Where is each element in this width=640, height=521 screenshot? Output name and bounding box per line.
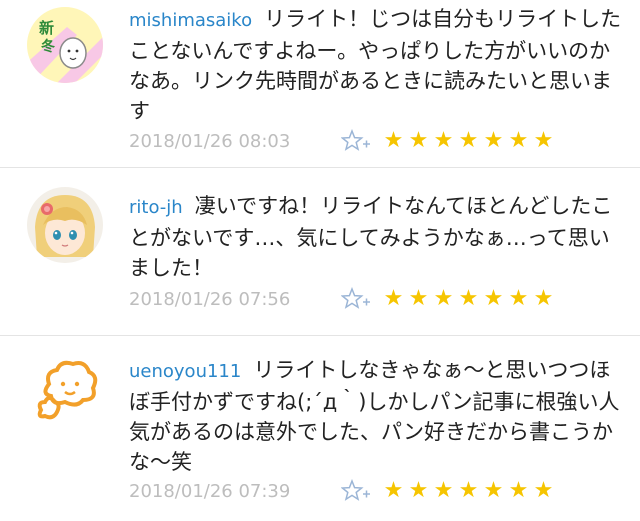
comment-meta: 2018/01/26 07:56 ★ ★ ★ ★ ★ ★ ★ xyxy=(129,284,556,314)
star-icon[interactable]: ★ xyxy=(481,286,506,312)
avatar-image xyxy=(27,187,103,263)
timestamp: 2018/01/26 07:56 xyxy=(129,288,291,310)
star-icon[interactable]: ★ xyxy=(406,478,431,504)
username-link[interactable]: rito-jh xyxy=(129,197,183,218)
add-star-button[interactable] xyxy=(341,287,381,311)
timestamp: 2018/01/26 08:03 xyxy=(129,130,291,152)
comment-item: rito-jh 凄いですね！リライトなんてほとんどしたことがないです…、気にしてみ… xyxy=(0,168,640,335)
add-star-icon xyxy=(341,479,370,501)
add-star-icon xyxy=(341,129,370,151)
comment-meta: 2018/01/26 08:03 ★ ★ ★ ★ ★ ★ ★ xyxy=(129,126,556,156)
avatar-lettering-2: 冬 xyxy=(41,38,55,55)
add-star-button[interactable] xyxy=(341,129,381,153)
star-icon[interactable]: ★ xyxy=(456,286,481,312)
add-star-icon xyxy=(341,287,370,309)
star-icon[interactable]: ★ xyxy=(381,128,406,154)
star-icon[interactable]: ★ xyxy=(406,128,431,154)
username-link[interactable]: uenoyou111 xyxy=(129,361,241,382)
avatar-lettering-1: 新 xyxy=(39,19,54,37)
comment-meta: 2018/01/26 07:39 ★ ★ ★ ★ ★ ★ ★ xyxy=(129,476,556,506)
star-icon[interactable]: ★ xyxy=(531,478,556,504)
comment-text: 凄いですね！リライトなんてほとんどしたことがないです…、気にしてみようかなぁ…っ… xyxy=(129,194,613,280)
username-link[interactable]: mishimasaiko xyxy=(129,10,252,31)
comment-item: uenoyou111 リライトしなきゃなぁ〜と思いつつほぼ手付かずですね(;´д｀… xyxy=(0,336,640,521)
star-icon[interactable]: ★ xyxy=(406,286,431,312)
star-icon[interactable]: ★ xyxy=(431,478,456,504)
star-icon[interactable]: ★ xyxy=(381,478,406,504)
comment-body: rito-jh 凄いですね！リライトなんてほとんどしたことがないです…、気にしてみ… xyxy=(129,191,629,283)
star-icon[interactable]: ★ xyxy=(431,128,456,154)
star-icon[interactable]: ★ xyxy=(456,478,481,504)
star-list: ★ ★ ★ ★ ★ ★ ★ xyxy=(381,478,556,504)
comment-body: mishimasaiko リライト！じつは自分もリライトしたことないんですよねー。… xyxy=(129,4,629,126)
avatar-image: 新 冬 xyxy=(27,7,103,83)
add-star-button[interactable] xyxy=(341,479,381,503)
avatar[interactable]: 新 冬 xyxy=(27,7,103,83)
avatar[interactable] xyxy=(27,187,103,263)
star-list: ★ ★ ★ ★ ★ ★ ★ xyxy=(381,286,556,312)
avatar[interactable] xyxy=(27,354,103,430)
avatar-image xyxy=(27,354,103,430)
comment-item: 新 冬 mishimasaiko リライト！じつは自分もリライトしたことないんです… xyxy=(0,0,640,167)
star-icon[interactable]: ★ xyxy=(481,128,506,154)
star-icon[interactable]: ★ xyxy=(481,478,506,504)
star-icon[interactable]: ★ xyxy=(456,128,481,154)
star-list: ★ ★ ★ ★ ★ ★ ★ xyxy=(381,128,556,154)
star-icon[interactable]: ★ xyxy=(531,286,556,312)
star-icon[interactable]: ★ xyxy=(506,128,531,154)
comment-body: uenoyou111 リライトしなきゃなぁ〜と思いつつほぼ手付かずですね(;´д｀… xyxy=(129,355,629,477)
star-icon[interactable]: ★ xyxy=(506,286,531,312)
star-icon[interactable]: ★ xyxy=(431,286,456,312)
star-icon[interactable]: ★ xyxy=(506,478,531,504)
star-icon[interactable]: ★ xyxy=(381,286,406,312)
timestamp: 2018/01/26 07:39 xyxy=(129,480,291,502)
star-icon[interactable]: ★ xyxy=(531,128,556,154)
